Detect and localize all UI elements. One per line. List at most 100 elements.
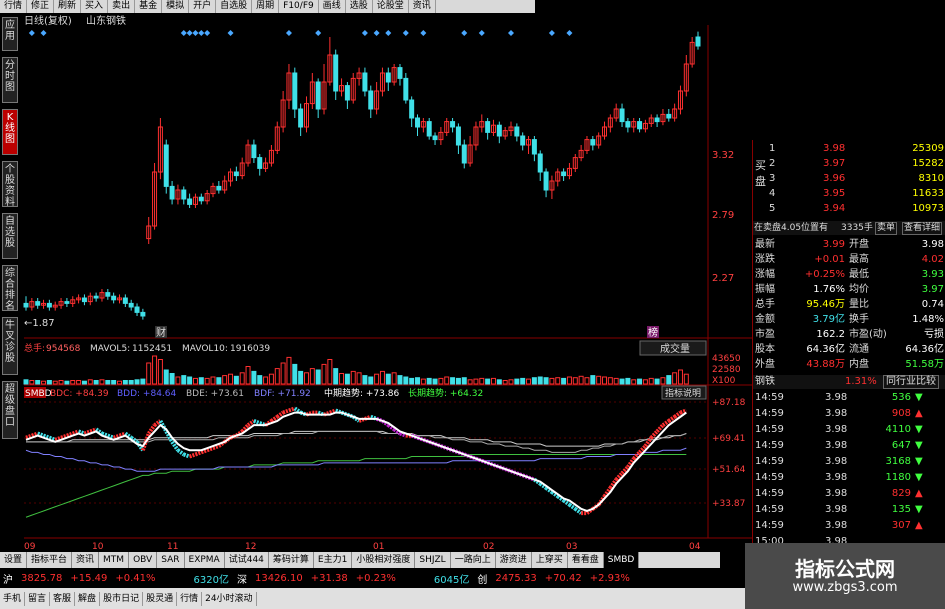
toolbar-button[interactable]: 刷新 [54, 0, 82, 13]
indicator-tab-active[interactable]: SMBD [603, 552, 640, 568]
indicator-tab[interactable]: 看看盘 [568, 552, 604, 568]
volume-bar [590, 375, 596, 385]
quote-value: 3.79亿 [812, 314, 845, 325]
left-tab-bar: 应用 分时图 K线图 个股资料 自选股 综合排名 牛叉诊股 超级盘口 [0, 13, 21, 550]
taskbar-item[interactable]: 解盘 [75, 591, 101, 606]
indicator-tab[interactable]: E主力1 [314, 552, 353, 568]
tick-price: 3.98 [825, 424, 848, 435]
indicator-tab[interactable]: 资讯 [72, 552, 100, 568]
candle-body [35, 301, 41, 306]
tick-row: 14:59 3.98 1180 ▼ [753, 471, 945, 485]
indicator-tab[interactable]: SHJZL [415, 552, 451, 568]
toolbar-button[interactable]: 买入 [81, 0, 109, 13]
tick-row: 14:59 3.98 135 ▼ [753, 503, 945, 517]
candle-body [403, 77, 409, 101]
quote-label: 市盈(动) [849, 329, 887, 340]
tick-volume: 536 [891, 392, 911, 403]
order-volume: 8310 [918, 173, 944, 184]
taskbar-item[interactable]: 股市日记 [100, 591, 144, 606]
tick-arrow-icon: ▲ [915, 520, 923, 531]
indicator-tab[interactable]: 指标平台 [27, 552, 73, 568]
indicator-tab[interactable]: SAR [157, 552, 185, 568]
sz-change: +31.38 [310, 572, 348, 584]
volume-bar [455, 377, 461, 385]
toolbar-button[interactable]: 卖出 [108, 0, 136, 13]
left-tab-superpanel[interactable]: 超级盘口 [2, 381, 18, 439]
candle-body [198, 196, 204, 202]
toolbar-button[interactable]: 画线 [319, 0, 346, 13]
left-tab-ranking[interactable]: 综合排名 [2, 265, 18, 312]
left-tab-apps[interactable]: 应用 [2, 17, 18, 51]
sz-percent: +0.23% [355, 572, 396, 584]
candle-body [292, 72, 298, 110]
order-price: 3.98 [823, 143, 846, 154]
order-level: 3 [769, 173, 776, 184]
indicator-tab[interactable]: 上穿买 [532, 552, 568, 568]
indicator-tab[interactable]: MTM [99, 552, 130, 568]
tick-volume: 829 [891, 488, 911, 499]
tick-row: 14:59 3.98 647 ▼ [753, 439, 945, 453]
industry-compare-button[interactable]: 同行业比较 [883, 375, 939, 389]
volume-bar [111, 380, 117, 385]
quote-label: 均价 [849, 284, 869, 295]
indicator-tab[interactable]: 一路向上 [451, 552, 496, 568]
left-tab-watchlist[interactable]: 自选股 [2, 213, 18, 259]
indicator-tab[interactable]: 设置 [0, 552, 28, 568]
order-volume: 11633 [912, 188, 944, 199]
toolbar-button[interactable]: 自选股 [216, 0, 253, 13]
indicator-tab[interactable]: 筹码计算 [269, 552, 314, 568]
toolbar-button[interactable]: 修正 [27, 0, 55, 13]
taskbar-item[interactable]: 股灵通 [143, 591, 178, 606]
volume-bar [344, 373, 350, 385]
toolbar-button[interactable]: 行情 [0, 0, 28, 13]
toolbar-button[interactable]: 周期 [252, 0, 280, 13]
toolbar-button[interactable]: 开户 [189, 0, 217, 13]
volume-bar [140, 378, 146, 385]
order-level: 4 [769, 188, 776, 199]
volume-bar [514, 378, 520, 385]
low-price-marker: ←1.87 [24, 318, 55, 329]
taskbar-item[interactable]: 行情 [177, 591, 203, 606]
volume-bar [415, 377, 421, 385]
left-tab-intraday[interactable]: 分时图 [2, 57, 18, 103]
right-quote-panel: 买盘 1 3.98 25309 2 3.97 15282 3 3.96 8310… [752, 140, 945, 550]
quote-row: 市盈 162.2 市盈(动) 亏损 [753, 328, 945, 342]
toolbar-button[interactable]: F10/F9 [279, 0, 319, 13]
toolbar-button[interactable]: 模拟 [162, 0, 190, 13]
taskbar-item[interactable]: 手机 [0, 591, 26, 606]
candle-body [637, 121, 643, 130]
candle-body [81, 297, 87, 303]
left-tab-diagnosis[interactable]: 牛叉诊股 [2, 317, 18, 375]
toolbar-button[interactable]: 论股堂 [373, 0, 409, 13]
rank-marker: 榜 [648, 326, 658, 339]
indicator-tab[interactable]: 试试444 [225, 552, 269, 568]
volume-bar [531, 377, 537, 385]
quote-value: 43.88万 [806, 359, 845, 370]
left-tab-kline[interactable]: K线图 [2, 109, 18, 155]
indicator-axis-2: +69.41 [712, 434, 745, 444]
indicator-tab[interactable]: 游资进 [496, 552, 532, 568]
toolbar-button[interactable]: 资讯 [409, 0, 436, 13]
left-tab-profile[interactable]: 个股资料 [2, 161, 18, 208]
taskbar-item[interactable]: 24小时滚动 [202, 591, 257, 606]
toolbar-button[interactable]: 基金 [135, 0, 163, 13]
indicator-tabs: 设置 指标平台 资讯 MTM OBV SAR EXPMA 试试444 筹码计算 … [0, 552, 720, 568]
tick-arrow-icon: ▼ [915, 392, 923, 403]
sell-order-button[interactable]: 卖单 [875, 222, 898, 235]
volume-axis-1: 43650 [712, 354, 741, 364]
indicator-tab[interactable]: 小股相对强度 [352, 552, 416, 568]
quote-row: 振幅 1.76% 均价 3.97 [753, 283, 945, 297]
tick-price: 3.98 [825, 488, 848, 499]
indicator-tab[interactable]: EXPMA [185, 552, 225, 568]
volume-bar [181, 375, 187, 385]
toolbar-button[interactable]: 选股 [346, 0, 373, 13]
indicator-tab[interactable]: OBV [129, 552, 158, 568]
view-detail-button[interactable]: 查看详细 [902, 222, 943, 235]
candle-body [298, 108, 304, 128]
quote-value: 亏损 [924, 329, 944, 340]
kline-chart[interactable]: 日线(复权) 山东钢铁 3.32 2.79 2.27 ←1.87 财 榜 总手:… [0, 0, 752, 552]
sh-label: 沪 [3, 574, 13, 586]
order-info-text: 在卖盘4.05位置有 [754, 223, 829, 233]
taskbar-item[interactable]: 留言 [25, 591, 51, 606]
taskbar-item[interactable]: 客服 [50, 591, 76, 606]
